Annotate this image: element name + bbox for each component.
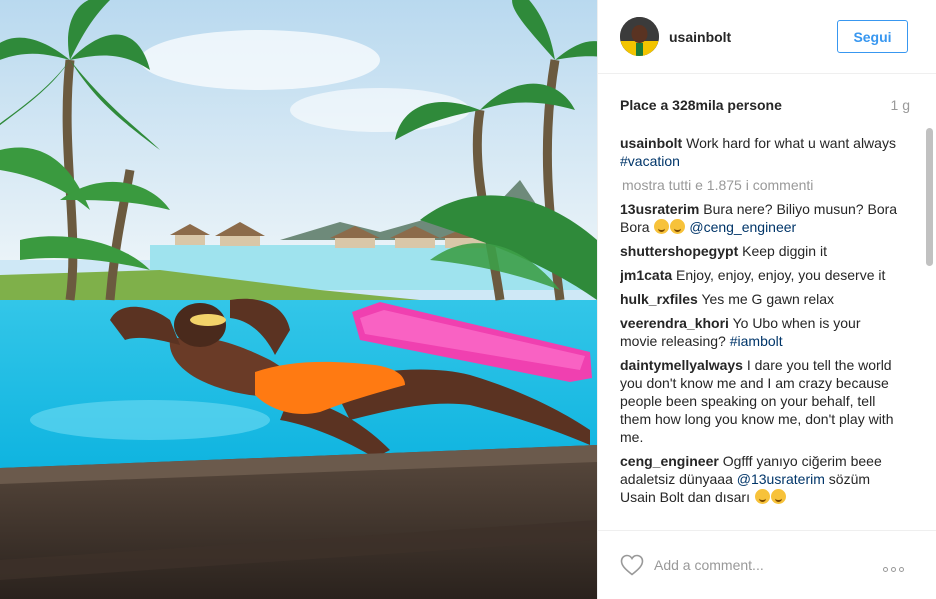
username-link[interactable]: usainbolt [669, 29, 731, 45]
avatar[interactable] [620, 17, 659, 56]
comment-username[interactable]: daintymellyalways [620, 357, 743, 373]
mention-link[interactable]: @ceng_engineer [689, 219, 796, 235]
hashtag-link[interactable]: #iambolt [730, 333, 783, 349]
avatar-image [620, 17, 659, 56]
smiley-emoji-icon [670, 219, 686, 234]
comment-username[interactable]: shuttershopegypt [620, 243, 738, 259]
comments-list: usainbolt Work hard for what u want alwa… [620, 134, 898, 528]
comment-text: Keep diggin it [742, 243, 827, 259]
smiley-emoji-icon [754, 489, 770, 504]
dot-icon [883, 567, 888, 572]
dot-icon [899, 567, 904, 572]
post-photo [0, 0, 597, 599]
comment-text: Work hard for what u want always [686, 135, 896, 151]
caption: usainbolt Work hard for what u want alwa… [620, 134, 898, 170]
comment-item: shuttershopegypt Keep diggin it [620, 242, 898, 260]
mention-link[interactable]: @13usraterim [737, 471, 825, 487]
follow-button[interactable]: Segui [837, 20, 908, 53]
smiley-emoji-icon [654, 219, 670, 234]
comment-text: Enjoy, enjoy, enjoy, you deserve it [676, 267, 886, 283]
likes-row: Place a 328mila persone 1 g [620, 97, 910, 115]
comment-item: daintymellyalways I dare you tell the wo… [620, 356, 898, 446]
hashtag-link[interactable]: #vacation [620, 153, 680, 169]
likes-count[interactable]: Place a 328mila persone [620, 97, 782, 113]
add-comment-input[interactable] [654, 553, 864, 577]
comment-username[interactable]: veerendra_khori [620, 315, 729, 331]
comment-text: Yes me G gawn relax [701, 291, 835, 307]
comment-username[interactable]: 13usraterim [620, 201, 699, 217]
comment-username[interactable]: ceng_engineer [620, 453, 719, 469]
comment-username[interactable]: hulk_rxfiles [620, 291, 698, 307]
comment-item: 13usraterim Bura nere? Biliyo musun? Bor… [620, 200, 898, 236]
comment-footer [598, 530, 936, 599]
comment-username[interactable]: usainbolt [620, 135, 682, 151]
comment-item: ceng_engineer Ogfff yanıyo ciğerim beee … [620, 452, 898, 506]
post-timestamp[interactable]: 1 g [891, 97, 910, 113]
comments-scrollbar[interactable] [926, 128, 933, 266]
comments-container: usainbolt Work hard for what u want alwa… [620, 134, 898, 506]
smiley-emoji-icon [770, 489, 786, 504]
photo-illustration [0, 0, 597, 599]
post-header: usainbolt Segui [598, 0, 936, 74]
heart-icon[interactable] [620, 554, 644, 576]
dot-icon [891, 567, 896, 572]
load-more-comments-button[interactable]: mostra tutti e 1.875 i commenti [622, 176, 898, 194]
comment-item: hulk_rxfiles Yes me G gawn relax [620, 290, 898, 308]
post-sidebar: usainbolt Segui Place a 328mila persone … [597, 0, 936, 599]
more-options-icon[interactable] [883, 559, 909, 572]
comment-item: veerendra_khori Yo Ubo when is your movi… [620, 314, 898, 350]
comment-username[interactable]: jm1cata [620, 267, 672, 283]
comment-item: jm1cata Enjoy, enjoy, enjoy, you deserve… [620, 266, 898, 284]
